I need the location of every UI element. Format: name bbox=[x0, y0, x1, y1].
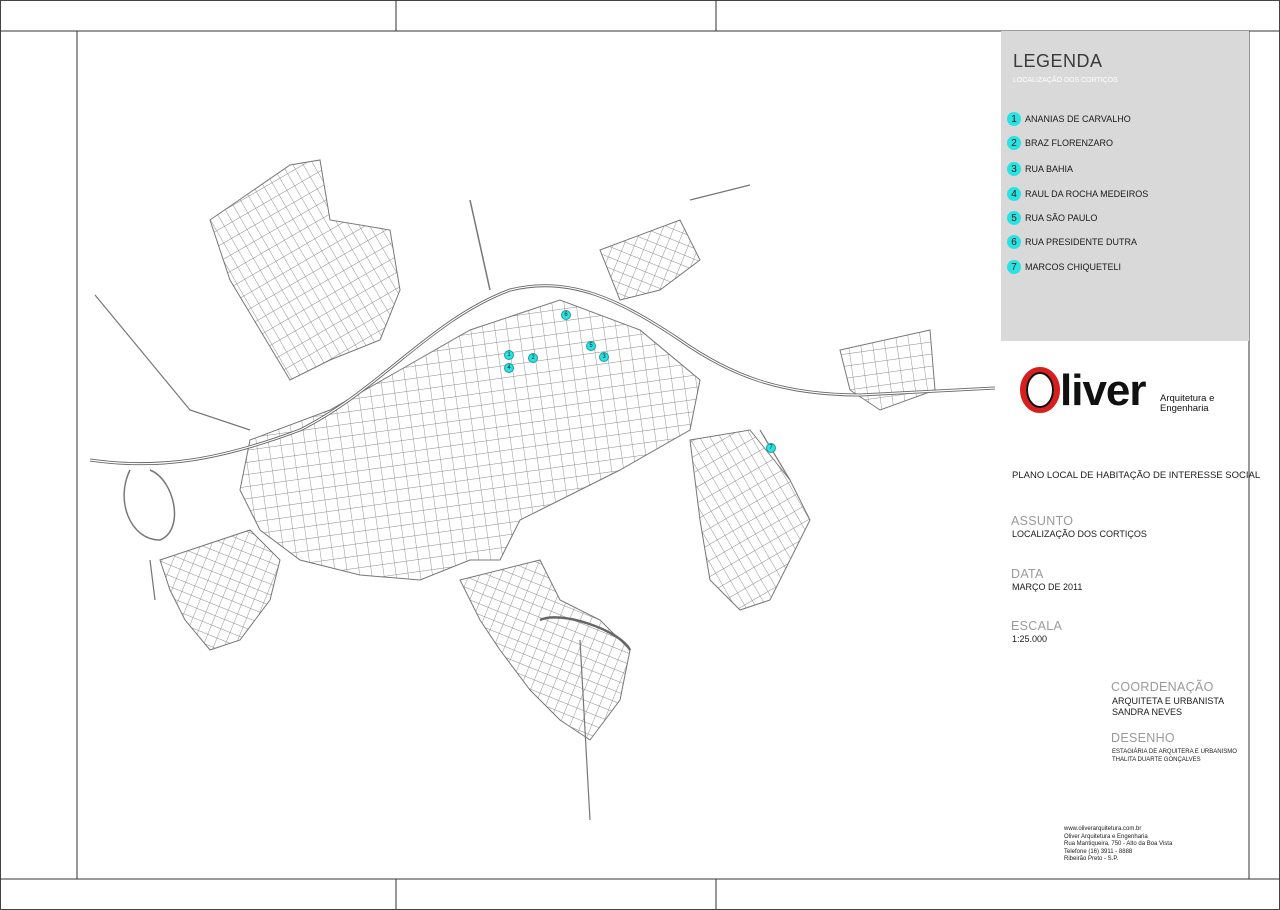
contact-website: www.oliverarquitetura.com.br bbox=[1064, 826, 1142, 832]
subject-value: LOCALIZAÇÃO DOS CORTIÇOS bbox=[1012, 529, 1147, 539]
legend-marker: 4 bbox=[1007, 187, 1021, 201]
drawing-heading: DESENHO bbox=[1111, 731, 1175, 745]
map-marker-4[interactable]: 4 bbox=[504, 363, 514, 373]
legend-marker: 7 bbox=[1007, 260, 1021, 274]
contact-phone: Telefone (16) 3911 - 8888 bbox=[1064, 848, 1133, 855]
legend-marker: 2 bbox=[1007, 136, 1021, 150]
legend-item-label: ANANIAS DE CARVALHO bbox=[1025, 114, 1131, 124]
coordination-line-1: ARQUITETA E URBANISTA bbox=[1112, 696, 1225, 706]
date-heading: DATA bbox=[1011, 567, 1044, 581]
legend-panel: LEGENDA LOCALIZAÇÃO DOS CORTIÇOS 1 ANANI… bbox=[1001, 31, 1249, 341]
legend-item-label: MARCOS CHIQUETELI bbox=[1025, 262, 1122, 272]
legend-marker: 5 bbox=[1007, 211, 1021, 225]
legend-title: LEGENDA bbox=[1013, 51, 1103, 71]
contact-company: Oliver Arquitetura e Engenharia bbox=[1064, 833, 1148, 840]
legend-item-label: RUA PRESIDENTE DUTRA bbox=[1025, 237, 1138, 247]
legend-item-6: 6 RUA PRESIDENTE DUTRA bbox=[1007, 234, 1137, 250]
map-marker-5[interactable]: 5 bbox=[586, 341, 596, 351]
legend-item-1: 1 ANANIAS DE CARVALHO bbox=[1007, 111, 1131, 127]
legend-item-3: 3 RUA BAHIA bbox=[1007, 161, 1073, 177]
drawing-line-2: THALITA DUARTE GONÇALVES bbox=[1112, 757, 1201, 763]
legend-item-label: RAUL DA ROCHA MEDEIROS bbox=[1025, 189, 1149, 199]
scale-heading: ESCALA bbox=[1011, 619, 1063, 633]
legend-item-label: RUA BAHIA bbox=[1025, 164, 1074, 174]
legend-item-2: 2 BRAZ FLORENZARO bbox=[1007, 135, 1113, 151]
company-logo: liver Arquitetura e Engenharia bbox=[1020, 362, 1250, 422]
legend-marker: 6 bbox=[1007, 235, 1021, 249]
logo-wordmark: liver bbox=[1060, 366, 1147, 415]
legend-item-5: 5 RUA SÃO PAULO bbox=[1007, 210, 1097, 226]
map-marker-2[interactable]: 2 bbox=[528, 353, 538, 363]
legend-item-7: 7 MARCOS CHIQUETELI bbox=[1007, 259, 1121, 275]
contact-block: www.oliverarquitetura.com.br Oliver Arqu… bbox=[1064, 826, 1172, 864]
legend-item-label: RUA SÃO PAULO bbox=[1025, 213, 1098, 223]
logo-tagline-2: Engenharia bbox=[1160, 403, 1209, 414]
map-marker-1[interactable]: 1 bbox=[504, 350, 514, 360]
subject-heading: ASSUNTO bbox=[1011, 514, 1074, 528]
logo-tagline: Arquitetura e Engenharia bbox=[1160, 394, 1214, 414]
legend-item-4: 4 RAUL DA ROCHA MEDEIROS bbox=[1007, 186, 1148, 202]
legend-marker: 1 bbox=[1007, 112, 1021, 126]
scale-value: 1:25.000 bbox=[1012, 634, 1048, 644]
drawing-line-1: ESTAGIÁRIA DE ARQUITERA E URBANISMO bbox=[1112, 749, 1237, 755]
legend-marker: 3 bbox=[1007, 162, 1021, 176]
map-marker-6[interactable]: 6 bbox=[561, 310, 571, 320]
legend-item-label: BRAZ FLORENZARO bbox=[1025, 138, 1114, 148]
contact-city: Ribeirão Preto - S.P. bbox=[1064, 856, 1119, 862]
date-value: MARÇO DE 2011 bbox=[1012, 582, 1083, 592]
map-marker-3[interactable]: 3 bbox=[599, 352, 609, 362]
coordination-heading: COORDENAÇÃO bbox=[1111, 680, 1214, 694]
contact-address: Rua Mantiqueira, 750 - Alto da Boa Vista bbox=[1064, 841, 1173, 847]
map-marker-7[interactable]: 7 bbox=[766, 443, 776, 453]
city-street-map bbox=[89, 159, 996, 821]
coordination-line-2: SANDRA NEVES bbox=[1112, 707, 1183, 717]
legend-subtitle: LOCALIZAÇÃO DOS CORTIÇOS bbox=[1013, 77, 1118, 84]
logo-o-mark bbox=[1020, 367, 1060, 413]
project-title: PLANO LOCAL DE HABITAÇÃO DE INTERESSE SO… bbox=[1012, 470, 1261, 481]
